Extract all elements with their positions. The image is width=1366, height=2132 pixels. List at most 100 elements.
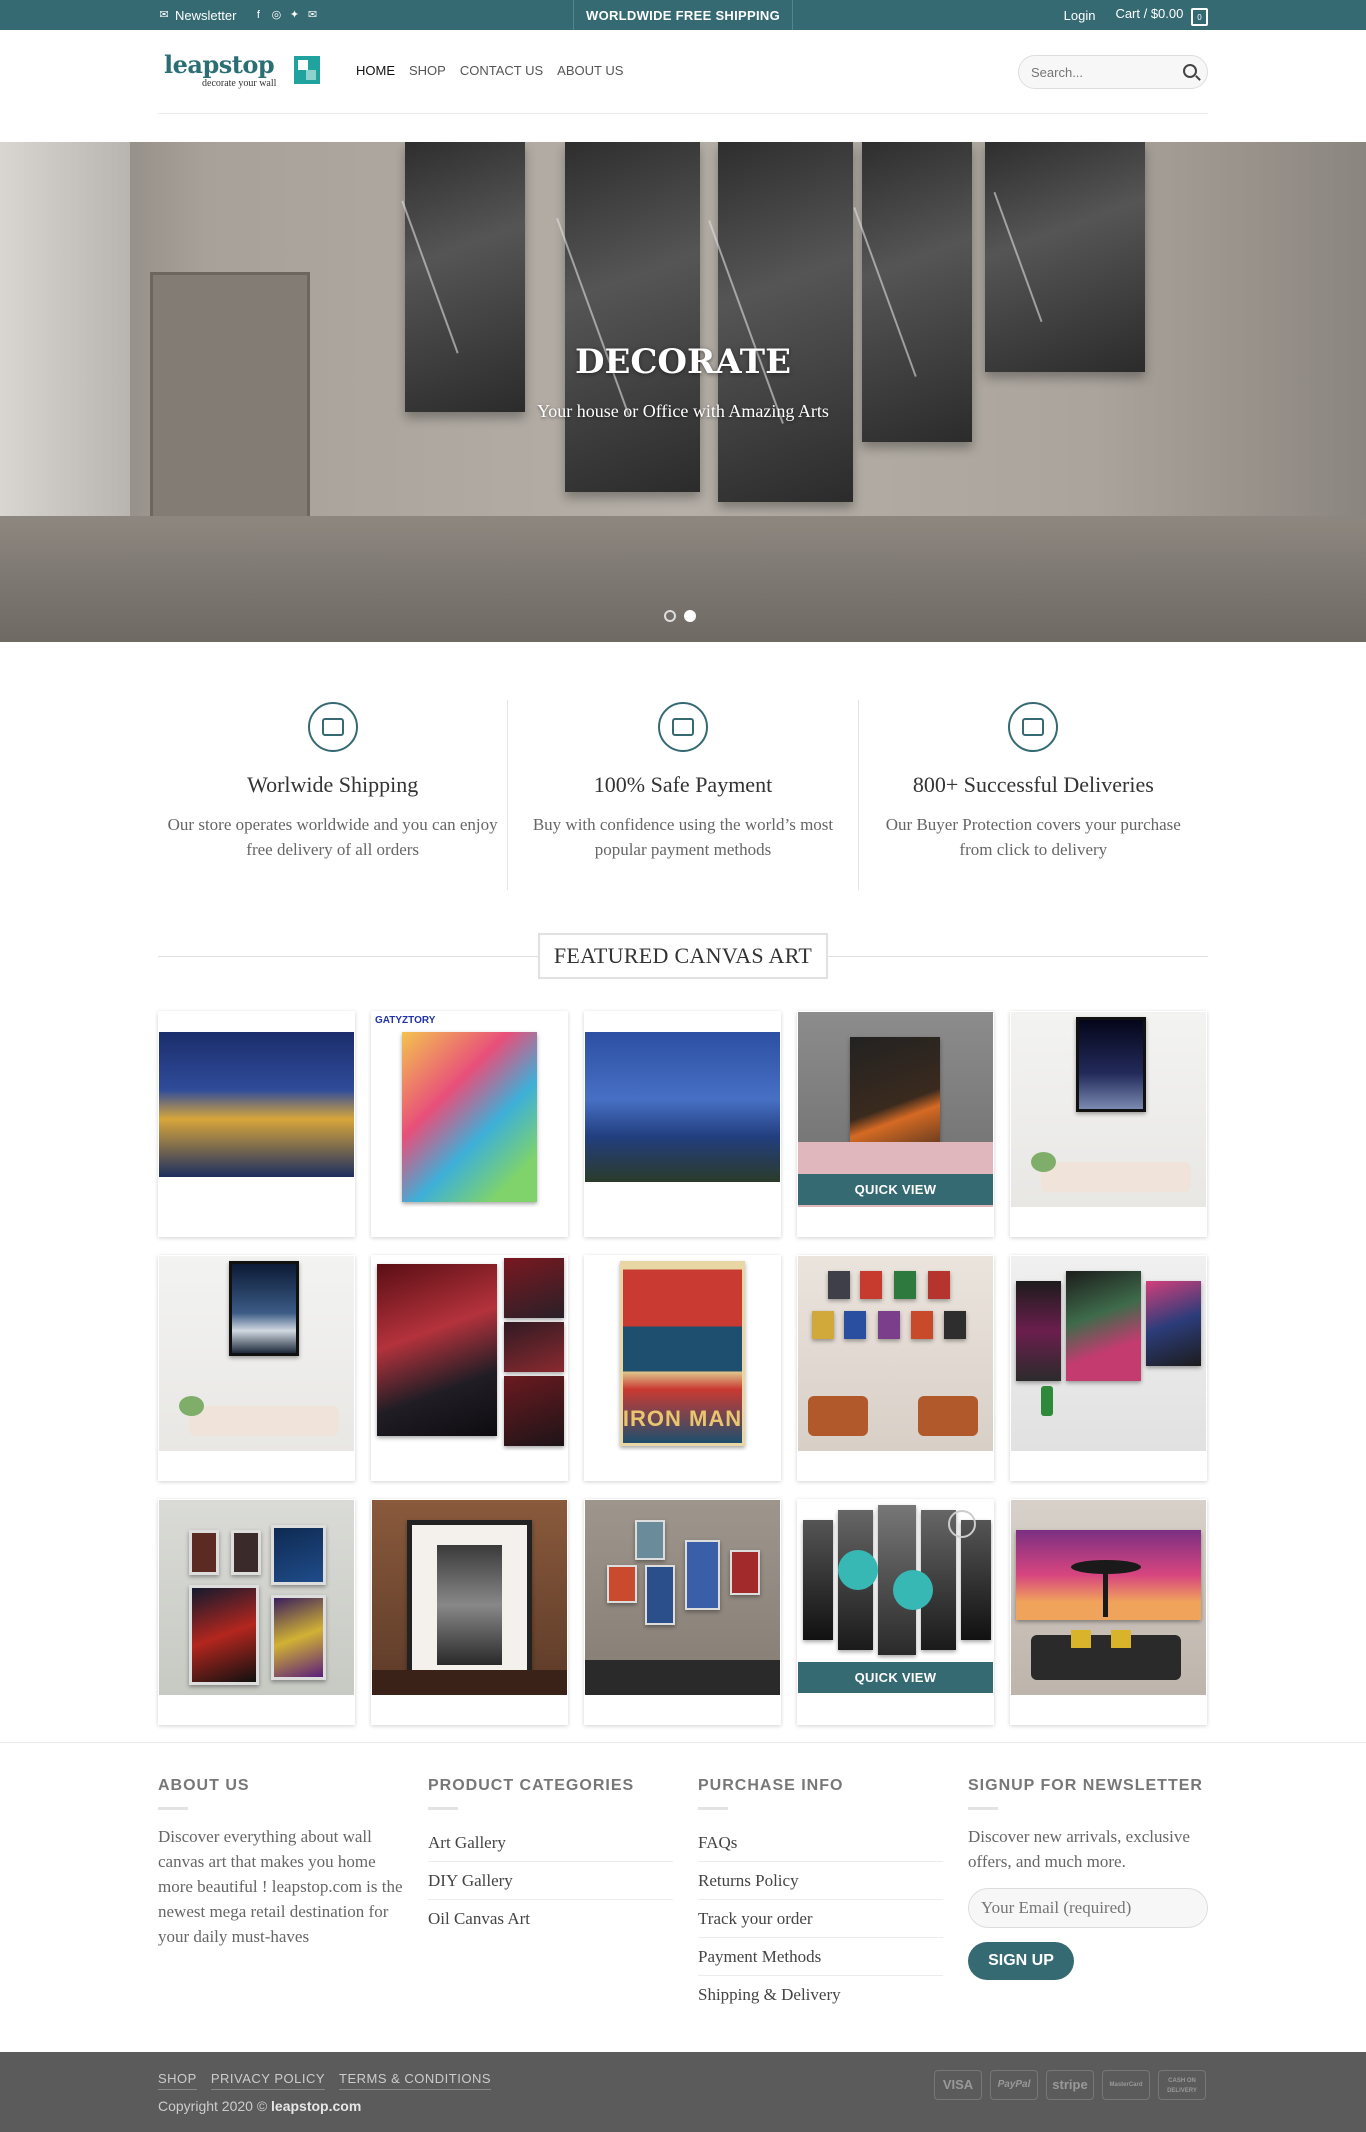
bottom-link-shop[interactable]: SHOP xyxy=(158,2071,197,2090)
product-image[interactable] xyxy=(1011,1256,1206,1451)
footer-link[interactable]: Payment Methods xyxy=(698,1938,943,1976)
footer-newsletter: SIGNUP FOR NEWSLETTER Discover new arriv… xyxy=(968,1777,1213,1980)
site-footer: ABOUT US Discover everything about wall … xyxy=(0,1742,1366,2052)
featured-title: FEATURED CANVAS ART xyxy=(538,933,828,979)
nav-shop[interactable]: SHOP xyxy=(409,63,446,78)
product-image[interactable] xyxy=(159,1012,354,1207)
top-bar-left: ✉ Newsletter f ◎ ✦ ✉ xyxy=(158,0,318,30)
product-image[interactable] xyxy=(159,1500,354,1695)
nav-contact-us[interactable]: CONTACT US xyxy=(460,63,543,78)
product-card[interactable] xyxy=(371,1255,568,1481)
search-icon[interactable] xyxy=(1183,64,1197,78)
cart-total: Cart / $0.00 xyxy=(1115,6,1184,21)
footer-link[interactable]: DIY Gallery xyxy=(428,1862,673,1900)
footer-purchase: PURCHASE INFO FAQs Returns Policy Track … xyxy=(698,1777,943,2014)
product-image[interactable] xyxy=(585,1012,780,1207)
footer-heading: PURCHASE INFO xyxy=(698,1777,844,1794)
footer-link[interactable]: Oil Canvas Art xyxy=(428,1900,673,1938)
search-input[interactable] xyxy=(1019,56,1169,88)
footer-link[interactable]: Art Gallery xyxy=(428,1824,673,1862)
product-card[interactable]: GATYZTORY xyxy=(371,1011,568,1237)
paypal-icon: PayPal xyxy=(990,2070,1038,2100)
wishlist-heart-icon[interactable] xyxy=(948,1510,976,1538)
mail-icon[interactable]: ✉ xyxy=(306,9,318,21)
product-card[interactable] xyxy=(584,1499,781,1725)
product-image[interactable] xyxy=(372,1256,567,1451)
instagram-icon[interactable]: ◎ xyxy=(270,9,282,21)
feature-text: Our store operates worldwide and you can… xyxy=(167,815,498,859)
slider-dot-active[interactable] xyxy=(684,610,696,622)
product-image[interactable] xyxy=(798,1256,993,1451)
email-field[interactable] xyxy=(968,1888,1208,1928)
site-logo[interactable]: leapstop decorate your wall xyxy=(164,50,324,90)
features-row: Worlwide Shipping Our store operates wor… xyxy=(158,700,1208,890)
product-card[interactable]: QUICK VIEW xyxy=(797,1011,994,1237)
footer-link[interactable]: Returns Policy xyxy=(698,1862,943,1900)
product-card[interactable]: IRON MAN xyxy=(584,1255,781,1481)
footer-about: ABOUT US Discover everything about wall … xyxy=(158,1777,403,1949)
newsletter-link[interactable]: ✉ Newsletter xyxy=(158,8,236,23)
footer-heading: PRODUCT CATEGORIES xyxy=(428,1777,635,1794)
feature-title: 800+ Successful Deliveries xyxy=(912,772,1154,797)
cash-on-delivery-icon: CASH ON DELIVERY xyxy=(1158,2070,1206,2100)
product-card[interactable] xyxy=(371,1499,568,1725)
product-card[interactable] xyxy=(1010,1499,1207,1725)
iron-man-label: IRON MAN xyxy=(622,1406,743,1431)
footer-heading: SIGNUP FOR NEWSLETTER xyxy=(968,1777,1203,1794)
search-box xyxy=(1018,55,1208,89)
hero-art-panel xyxy=(718,142,853,502)
footer-link[interactable]: Shipping & Delivery xyxy=(698,1976,943,2014)
newsletter-label: Newsletter xyxy=(175,7,237,23)
product-card[interactable] xyxy=(158,1011,355,1237)
product-card[interactable]: QUICK VIEW xyxy=(797,1499,994,1725)
quick-view-button[interactable]: QUICK VIEW xyxy=(798,1174,993,1205)
product-card[interactable] xyxy=(797,1255,994,1481)
hero-art-panel xyxy=(862,142,972,442)
product-card[interactable] xyxy=(158,1255,355,1481)
product-image[interactable] xyxy=(1011,1500,1206,1695)
footer-link[interactable]: Track your order xyxy=(698,1900,943,1938)
shipping-banner: WORLDWIDE FREE SHIPPING xyxy=(573,0,793,30)
product-image[interactable]: IRON MAN xyxy=(585,1256,780,1451)
product-image[interactable] xyxy=(585,1500,780,1695)
footer-link[interactable]: FAQs xyxy=(698,1824,943,1862)
cart-link[interactable]: Cart / $0.00 0 xyxy=(1115,6,1208,26)
truck-icon xyxy=(307,702,358,752)
about-text: Discover everything about wall canvas ar… xyxy=(158,1827,403,1946)
nav-home[interactable]: HOME xyxy=(356,63,395,78)
bottom-link-terms[interactable]: TERMS & CONDITIONS xyxy=(339,2071,492,2090)
nav-about-us[interactable]: ABOUT US xyxy=(557,63,623,78)
product-card[interactable] xyxy=(1010,1255,1207,1481)
visa-icon: VISA xyxy=(934,2070,982,2100)
product-card[interactable] xyxy=(1010,1011,1207,1237)
product-image[interactable] xyxy=(1011,1012,1206,1207)
signup-button[interactable]: SIGN UP xyxy=(968,1942,1074,1980)
quick-view-button[interactable]: QUICK VIEW xyxy=(798,1662,993,1693)
mail-icon: ✉ xyxy=(159,9,169,21)
product-card[interactable] xyxy=(584,1011,781,1237)
facebook-icon[interactable]: f xyxy=(252,9,264,21)
slider-dot[interactable] xyxy=(664,610,676,622)
hero-table xyxy=(0,516,1366,642)
hero-window xyxy=(0,142,130,516)
feature-title: 100% Safe Payment xyxy=(593,772,773,797)
protection-icon xyxy=(1008,702,1059,752)
bottom-links: SHOP PRIVACY POLICY TERMS & CONDITIONS xyxy=(158,2071,492,2090)
feature-text: Buy with confidence using the world’s mo… xyxy=(532,815,834,859)
mastercard-icon: MasterCard xyxy=(1102,2070,1150,2100)
twitter-icon[interactable]: ✦ xyxy=(288,9,300,21)
product-image[interactable] xyxy=(372,1500,567,1695)
hero-slider[interactable]: DECORATE Your house or Office with Amazi… xyxy=(0,142,1366,642)
bottom-link-privacy[interactable]: PRIVACY POLICY xyxy=(210,2071,326,2090)
product-image[interactable]: GATYZTORY xyxy=(372,1012,567,1207)
slider-dots xyxy=(664,610,696,622)
hero-art-panel xyxy=(985,142,1145,372)
product-image[interactable] xyxy=(159,1256,354,1451)
product-card[interactable] xyxy=(158,1499,355,1725)
feature-deliveries: 800+ Successful Deliveries Our Buyer Pro… xyxy=(857,700,1208,890)
credit-card-icon xyxy=(657,702,708,752)
login-link[interactable]: Login xyxy=(1064,8,1096,23)
top-bar: ✉ Newsletter f ◎ ✦ ✉ WORLDWIDE FREE SHIP… xyxy=(0,0,1366,30)
logo-mark-icon xyxy=(294,56,320,84)
cart-bag-icon: 0 xyxy=(1191,8,1208,26)
